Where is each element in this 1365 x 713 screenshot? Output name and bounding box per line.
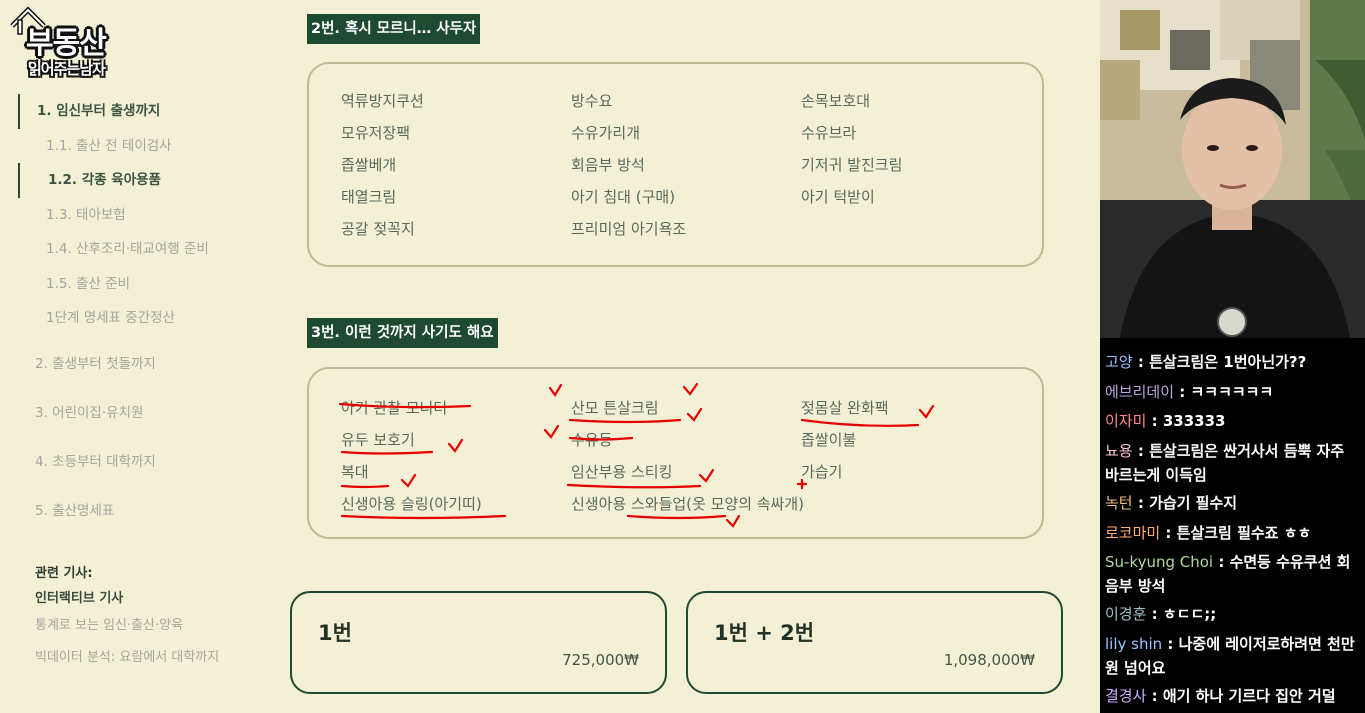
list-item: 젖몸살 완화팩 <box>801 399 889 417</box>
chat-username[interactable]: 고양 <box>1105 353 1133 371</box>
section3-box: 아기 관찰 모니터 유두 보호기 복대 신생아용 슬링(아기띠) 산모 튼살크림… <box>307 367 1044 539</box>
chat-message: Su-kyung Choi : 수면등 수유쿠션 회음부 방석 <box>1105 553 1351 595</box>
nav-item-2[interactable]: 2. 출생부터 첫돌까지 <box>18 343 278 385</box>
list-item: 수유브라 <box>801 124 857 142</box>
chat-message: 이자미 : 333333 <box>1105 412 1226 430</box>
list-item: 산모 튼살크림 <box>571 399 659 417</box>
list-item: 복대 <box>341 463 369 481</box>
chat-username[interactable]: 결경사 <box>1105 687 1146 705</box>
nav-item-1-summary[interactable]: 1단계 명세표 중간정산 <box>18 301 278 336</box>
section2-box: 역류방지쿠션 모유저장팩 좁쌀베개 태열크림 공갈 젖꼭지 방수요 수유가리개 … <box>307 62 1044 267</box>
chat-username[interactable]: lily shin <box>1105 635 1162 653</box>
webcam-feed <box>1100 0 1365 338</box>
chat-text: 가습기 필수지 <box>1149 494 1238 512</box>
list-item: 수유등 <box>571 431 613 449</box>
chat-text: 333333 <box>1162 412 1226 430</box>
chat-username[interactable]: 에브리데이 <box>1105 383 1174 401</box>
chat-text: 애기 하나 기르다 집안 거덜 <box>1162 687 1336 705</box>
chat-message: 로코마미 : 튼살크림 필수죠 ㅎㅎ <box>1105 524 1312 542</box>
logo-title: 부동산 <box>26 26 107 61</box>
list-item: 유두 보호기 <box>341 431 415 449</box>
list-item: 아기 관찰 모니터 <box>341 399 448 417</box>
list-item: 아기 침대 (구매) <box>571 188 676 206</box>
live-chat: 고양 : 튼살크림은 1번아닌가?? 에브리데이 : ㅋㅋㅋㅋㅋㅋ 이자미 : … <box>1100 338 1365 713</box>
list-item: 좁쌀이불 <box>801 431 857 449</box>
related-article-link[interactable]: 통계로 보는 임신·출산·양육 <box>35 612 275 644</box>
chat-username[interactable]: 로코마미 <box>1105 524 1160 542</box>
related-article-link[interactable]: 빅데이터 분석: 요람에서 대학까지 <box>35 644 275 676</box>
chat-message: 결경사 : 애기 하나 기르다 집안 거덜 <box>1105 687 1336 705</box>
nav-item-4[interactable]: 4. 초등부터 대학까지 <box>18 441 278 483</box>
list-item: 공갈 젖꼭지 <box>341 220 415 238</box>
section2-title: 2번. 혹시 모르니… 사두자 <box>307 14 481 44</box>
chat-username[interactable]: 녹턴 <box>1105 494 1133 512</box>
nav-item-1-4[interactable]: 1.4. 산후조리·태교여행 준비 <box>18 232 278 267</box>
related-articles: 관련 기사: 인터랙티브 기사 통계로 보는 임신·출산·양육 빅데이터 분석:… <box>35 562 275 676</box>
chat-text: ㅎㄷㄷ;; <box>1162 605 1217 623</box>
chat-text: 튼살크림 필수죠 ㅎㅎ <box>1176 524 1312 542</box>
total-label: 1번 + 2번 <box>714 621 815 645</box>
total-price: 1,098,000₩ <box>943 651 1035 669</box>
list-item: 신생아용 스와들업(옷 모양의 속싸개) <box>571 495 805 513</box>
list-item: 손목보호대 <box>801 92 871 110</box>
list-item: 수유가리개 <box>571 124 641 142</box>
list-item: 가습기 <box>801 463 843 481</box>
nav-item-1[interactable]: 1. 임신부터 출생까지 <box>18 94 278 129</box>
list-item: 모유저장팩 <box>341 124 411 142</box>
total-card-1: 1번 725,000₩ <box>290 591 667 694</box>
list-item: 기저귀 발진크림 <box>801 156 903 174</box>
list-item: 방수요 <box>571 92 613 110</box>
list-item: 회음부 방석 <box>571 156 645 174</box>
total-label: 1번 <box>318 621 352 645</box>
chat-message: 이경훈 : ㅎㄷㄷ;; <box>1105 605 1217 623</box>
list-item: 아기 턱받이 <box>801 188 875 206</box>
chat-message: 녹턴 : 가습기 필수지 <box>1105 494 1238 512</box>
list-item: 임산부용 스티킹 <box>571 463 673 481</box>
chat-message: 에브리데이 : ㅋㅋㅋㅋㅋㅋ <box>1105 383 1274 401</box>
nav-item-3[interactable]: 3. 어린이집·유치원 <box>18 392 278 434</box>
chat-text: 튼살크림은 싼거사서 듬뿍 자주 바르는게 이득임 <box>1105 442 1345 484</box>
chat-username[interactable]: 뇨용 <box>1105 442 1133 460</box>
section3-title: 3번. 이런 것까지 사기도 해요 <box>307 318 498 348</box>
nav-item-1-5[interactable]: 1.5. 출산 준비 <box>18 267 278 302</box>
chat-username[interactable]: 이자미 <box>1105 412 1146 430</box>
list-item: 좁쌀베개 <box>341 156 397 174</box>
total-card-2: 1번 + 2번 1,098,000₩ <box>686 591 1063 694</box>
list-item: 프리미엄 아기욕조 <box>571 220 687 238</box>
related-heading: 관련 기사: <box>35 566 93 581</box>
channel-logo: 부동산 읽어주는남자 <box>8 4 128 84</box>
presenter-image <box>1100 0 1365 338</box>
chat-text: ㅋㅋㅋㅋㅋㅋ <box>1190 383 1274 401</box>
list-item: 역류방지쿠션 <box>341 92 424 110</box>
list-item: 태열크림 <box>341 188 397 206</box>
nav-item-1-2[interactable]: 1.2. 각종 육아용품 <box>18 163 278 198</box>
chat-username[interactable]: Su-kyung Choi <box>1105 553 1213 571</box>
list-item: 신생아용 슬링(아기띠) <box>341 495 482 513</box>
chat-username[interactable]: 이경훈 <box>1105 605 1146 623</box>
total-price: 725,000₩ <box>562 651 639 669</box>
related-subheading: 인터랙티브 기사 <box>35 591 124 606</box>
nav-item-1-3[interactable]: 1.3. 태아보험 <box>18 198 278 233</box>
chat-text: 튼살크림은 1번아닌가?? <box>1149 353 1307 371</box>
chat-message: lily shin : 나중에 레이저로하려면 천만원 넘어요 <box>1105 635 1355 677</box>
chat-message: 뇨용 : 튼살크림은 싼거사서 듬뿍 자주 바르는게 이득임 <box>1105 442 1345 484</box>
nav-item-5[interactable]: 5. 출산명세표 <box>18 490 278 532</box>
chat-message: 고양 : 튼살크림은 1번아닌가?? <box>1105 353 1307 371</box>
logo-subtitle: 읽어주는남자 <box>28 60 106 78</box>
sidebar-nav: 1. 임신부터 출생까지 1.1. 출산 전 테이검사 1.2. 각종 육아용품… <box>18 94 278 532</box>
nav-item-1-1[interactable]: 1.1. 출산 전 테이검사 <box>18 129 278 164</box>
